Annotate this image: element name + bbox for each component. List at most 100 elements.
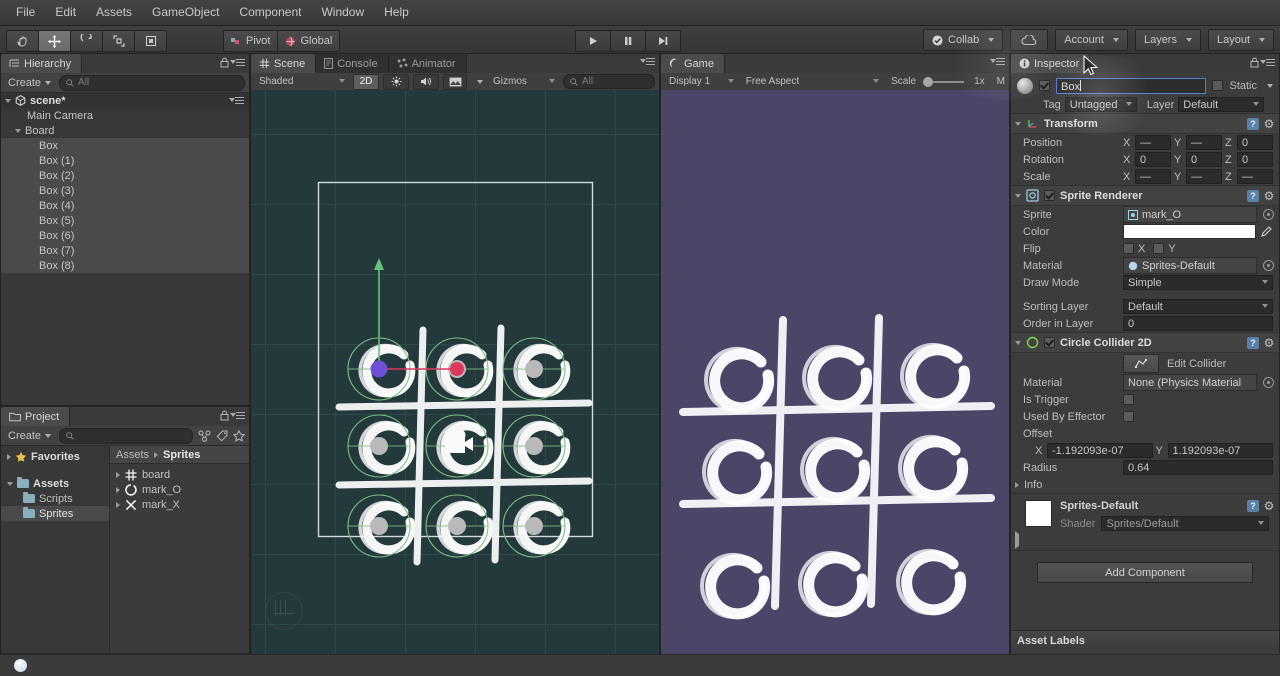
asset-row-board[interactable]: board — [110, 467, 249, 482]
menu-item-component[interactable]: Component — [229, 0, 311, 25]
tab-console[interactable]: Console — [316, 54, 389, 73]
collab-button[interactable]: Collab — [923, 29, 1004, 51]
sprite-picker-icon[interactable] — [1263, 209, 1274, 220]
add-component-button[interactable]: Add Component — [1037, 562, 1253, 583]
scene-search-input[interactable]: All — [563, 74, 655, 89]
collider-material-field[interactable]: None (Physics Material — [1123, 374, 1257, 391]
inspector-menu-icon[interactable] — [1260, 58, 1275, 67]
offset-x-field[interactable]: -1.192093e-07 — [1047, 443, 1153, 458]
sorting-layer-dropdown[interactable]: Default — [1123, 299, 1273, 314]
help-icon[interactable]: ? — [1247, 500, 1259, 512]
audio-toggle-button[interactable] — [413, 73, 439, 90]
tab-hierarchy[interactable]: Hierarchy — [1, 54, 83, 73]
rotate-tool-button[interactable] — [71, 30, 103, 52]
chevron-right-icon[interactable] — [7, 453, 11, 460]
sprite-renderer-enabled-checkbox[interactable] — [1044, 190, 1055, 201]
object-active-checkbox[interactable] — [1039, 80, 1050, 91]
hierarchy-item-main-camera[interactable]: Main Camera — [1, 108, 249, 123]
scale-z-field[interactable]: — — [1237, 169, 1273, 184]
step-button[interactable] — [646, 30, 682, 52]
eyedropper-icon[interactable] — [1260, 225, 1273, 238]
hierarchy-item-box-8[interactable]: Box (8) — [1, 258, 249, 273]
hand-tool-button[interactable] — [6, 30, 39, 52]
lighting-toggle-button[interactable] — [383, 73, 409, 90]
asset-row-mark-o[interactable]: mark_O — [110, 482, 249, 497]
scene-menu-icon[interactable] — [640, 57, 655, 66]
project-tree-sprites[interactable]: Sprites — [1, 506, 109, 521]
account-button[interactable]: Account — [1055, 29, 1128, 51]
material-picker-icon[interactable] — [1263, 260, 1274, 271]
position-x-field[interactable]: — — [1135, 135, 1171, 150]
maximize-on-play-label[interactable]: M — [997, 76, 1005, 87]
tab-game[interactable]: Game — [661, 54, 725, 73]
gear-icon[interactable]: ⚙ — [1263, 118, 1275, 130]
rect-tool-button[interactable] — [135, 30, 167, 52]
chevron-right-icon[interactable] — [116, 471, 120, 478]
menu-item-gameobject[interactable]: GameObject — [142, 0, 229, 25]
scale-y-field[interactable]: — — [1186, 169, 1222, 184]
chevron-right-icon[interactable] — [1015, 481, 1019, 488]
circle-collider-enabled-checkbox[interactable] — [1044, 337, 1055, 348]
display-dropdown[interactable]: Display 1 — [665, 75, 738, 89]
hierarchy-item-box-3[interactable]: Box (3) — [1, 183, 249, 198]
transform-header[interactable]: Transform ? ⚙ — [1011, 114, 1279, 134]
hierarchy-scene-root[interactable]: scene* — [1, 93, 249, 108]
sprite-renderer-header[interactable]: Sprite Renderer ? ⚙ — [1011, 186, 1279, 206]
chevron-right-icon[interactable] — [116, 486, 120, 493]
sprite-object-field[interactable]: mark_O — [1123, 206, 1257, 223]
info-row[interactable]: Info — [1011, 476, 1279, 493]
scene-viewport[interactable] — [251, 90, 659, 654]
chevron-down-icon[interactable] — [1015, 340, 1021, 345]
gear-icon[interactable]: ⚙ — [1263, 337, 1275, 349]
help-icon[interactable]: ? — [1247, 117, 1259, 130]
gear-icon[interactable]: ⚙ — [1263, 190, 1275, 202]
layer-dropdown[interactable]: Default — [1178, 97, 1265, 112]
global-button[interactable]: Global — [278, 30, 341, 52]
rotation-x-field[interactable]: 0 — [1135, 152, 1171, 167]
tag-dropdown[interactable]: Untagged — [1064, 97, 1137, 112]
tab-scene[interactable]: Scene — [251, 54, 317, 73]
color-swatch[interactable] — [1123, 224, 1256, 239]
offset-y-field[interactable]: 1.192093e-07 — [1167, 443, 1273, 458]
game-menu-icon[interactable] — [990, 57, 1005, 66]
breadcrumb-sprites[interactable]: Sprites — [163, 449, 200, 461]
game-viewport[interactable] — [661, 90, 1009, 654]
asset-labels-bar[interactable]: Asset Labels — [1011, 630, 1279, 650]
menu-item-window[interactable]: Window — [311, 0, 374, 25]
order-in-layer-field[interactable]: 0 — [1123, 316, 1273, 331]
chevron-right-icon[interactable] — [116, 501, 120, 508]
rotation-y-field[interactable]: 0 — [1186, 152, 1222, 167]
is-trigger-checkbox[interactable] — [1123, 394, 1134, 405]
aspect-dropdown[interactable]: Free Aspect — [742, 75, 883, 89]
object-name-input[interactable]: Box — [1056, 77, 1207, 94]
move-tool-button[interactable] — [39, 30, 71, 52]
material-object-field[interactable]: Sprites-Default — [1123, 257, 1257, 274]
rotation-z-field[interactable]: 0 — [1237, 152, 1273, 167]
project-create-button[interactable]: Create — [5, 430, 54, 442]
hierarchy-item-box-7[interactable]: Box (7) — [1, 243, 249, 258]
hierarchy-item-board[interactable]: Board — [1, 123, 249, 138]
hierarchy-item-box[interactable]: Box — [1, 138, 249, 153]
radius-field[interactable]: 0.64 — [1123, 460, 1273, 475]
static-checkbox[interactable] — [1212, 80, 1224, 91]
project-search-input[interactable] — [59, 427, 193, 444]
project-menu-icon[interactable] — [230, 411, 245, 420]
hierarchy-item-box-4[interactable]: Box (4) — [1, 198, 249, 213]
menu-item-file[interactable]: File — [6, 0, 45, 25]
shading-mode-dropdown[interactable]: Shaded — [255, 75, 349, 89]
flip-x-checkbox[interactable] — [1123, 243, 1134, 254]
hierarchy-item-box-6[interactable]: Box (6) — [1, 228, 249, 243]
project-tree-scripts[interactable]: Scripts — [1, 491, 109, 506]
gizmos-dropdown[interactable]: Gizmos — [489, 75, 559, 89]
hierarchy-create-button[interactable]: Create — [5, 77, 54, 89]
layers-button[interactable]: Layers — [1134, 29, 1201, 51]
chevron-down-icon[interactable] — [7, 481, 13, 486]
tab-project[interactable]: Project — [1, 407, 71, 426]
menu-item-edit[interactable]: Edit — [45, 0, 86, 25]
2d-toggle-button[interactable]: 2D — [353, 73, 379, 90]
filter-by-type-icon[interactable] — [198, 430, 211, 442]
breadcrumb-assets[interactable]: Assets — [116, 449, 149, 461]
gear-icon[interactable]: ⚙ — [1263, 500, 1275, 512]
filter-by-label-icon[interactable] — [216, 430, 228, 442]
collider-material-picker-icon[interactable] — [1263, 377, 1274, 388]
